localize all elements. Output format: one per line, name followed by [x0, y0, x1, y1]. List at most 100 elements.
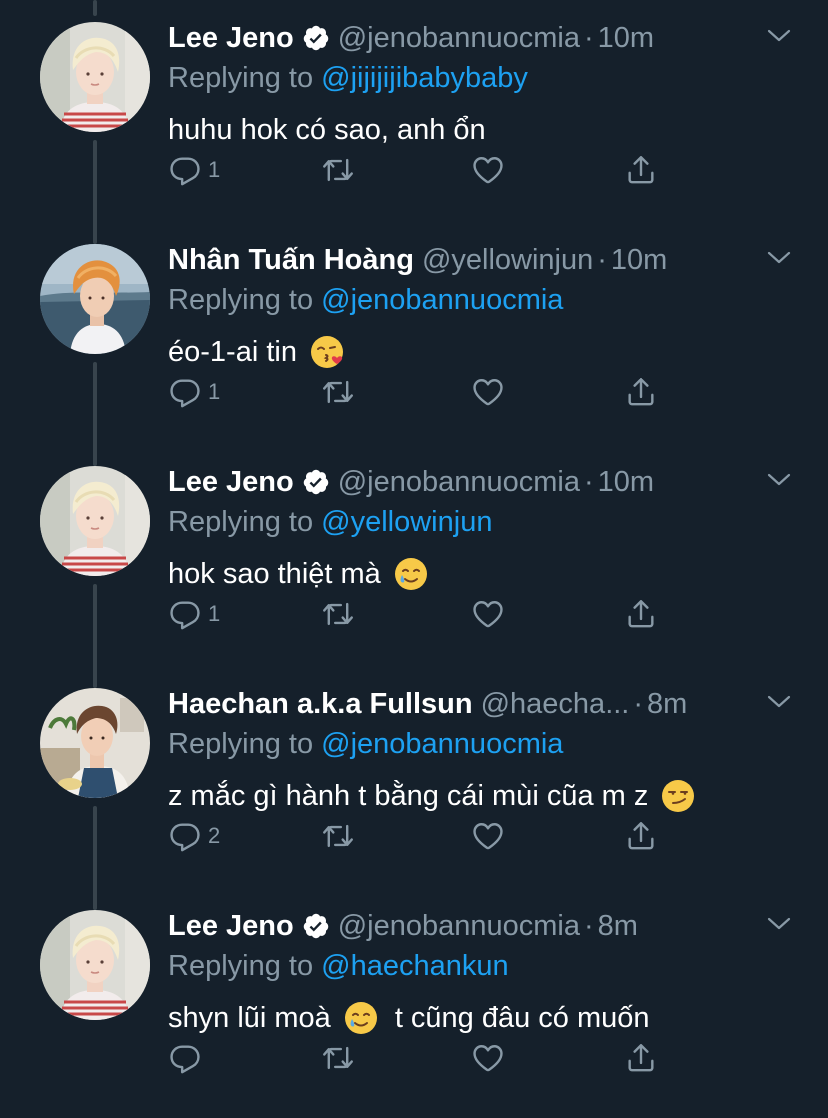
speech-bubble-icon: [168, 1041, 202, 1075]
replying-prefix: Replying to: [168, 284, 314, 316]
timestamp[interactable]: 10m: [598, 466, 654, 499]
tweet-text: huhu hok có sao, anh ổn: [168, 108, 486, 152]
retweet-button[interactable]: [320, 372, 356, 412]
heart-outline-icon: [470, 597, 506, 631]
tweet-text-main: éo-1-ai tin: [168, 336, 297, 368]
reply-button[interactable]: 1: [168, 150, 220, 190]
share-button[interactable]: [623, 594, 659, 634]
retweet-arrows-icon: [320, 375, 356, 409]
reply-mention-link[interactable]: @jenobannuocmia: [321, 284, 563, 316]
share-upload-icon: [623, 597, 659, 631]
like-button[interactable]: [470, 1038, 506, 1078]
tweet-text: hok sao thiệt mà: [168, 552, 429, 596]
tweet-text-main: hok sao thiệt mà: [168, 558, 381, 590]
tweet-text: z mắc gì hành t bằng cái mùi cũa m z: [168, 774, 696, 818]
tweet-text-main: shyn lũi moà: [168, 1002, 331, 1034]
avatar-apron-kitchen[interactable]: [40, 688, 150, 798]
user-handle[interactable]: @jenobannuocmia: [338, 22, 580, 55]
tweet-2[interactable]: Nhân Tuấn Hoàng @yellowinjun · 10m Reply…: [0, 222, 828, 444]
user-handle[interactable]: @haecha...: [481, 688, 630, 721]
timestamp[interactable]: 8m: [598, 910, 638, 943]
chevron-down-icon[interactable]: [766, 914, 792, 934]
replying-prefix: Replying to: [168, 728, 314, 760]
retweet-button[interactable]: [320, 816, 356, 856]
user-handle[interactable]: @yellowinjun: [422, 244, 593, 277]
user-handle[interactable]: @jenobannuocmia: [338, 466, 580, 499]
separator: ·: [584, 465, 594, 498]
tweet-actions: 1: [168, 372, 668, 412]
reply-button[interactable]: 2: [168, 816, 220, 856]
chevron-down-icon[interactable]: [766, 470, 792, 490]
emoji-smiling-tear-icon: [343, 1000, 379, 1036]
display-name[interactable]: Lee Jeno: [168, 910, 294, 943]
retweet-arrows-icon: [320, 819, 356, 853]
display-name[interactable]: Lee Jeno: [168, 22, 294, 55]
emoji-smiling-tear-icon: [393, 556, 429, 592]
display-name[interactable]: Haechan a.k.a Fullsun: [168, 688, 473, 721]
share-upload-icon: [623, 1041, 659, 1075]
avatar-blonde-striped-shirt[interactable]: [40, 910, 150, 1020]
speech-bubble-icon: [168, 153, 202, 187]
separator: ·: [584, 21, 594, 54]
replying-prefix: Replying to: [168, 950, 314, 982]
chevron-down-icon[interactable]: [766, 26, 792, 46]
tweet-text: éo-1-ai tin: [168, 330, 345, 374]
replying-to: Replying to @haechankun: [168, 946, 509, 986]
tweet-actions: 1: [168, 150, 668, 190]
avatar-orange-hair-sea[interactable]: [40, 244, 150, 354]
heart-outline-icon: [470, 375, 506, 409]
tweet-text-main: z mắc gì hành t bằng cái mùi cũa m z: [168, 780, 649, 812]
avatar-blonde-striped-shirt[interactable]: [40, 22, 150, 132]
reply-button[interactable]: [168, 1038, 208, 1078]
reply-mention-link[interactable]: @jijijijibabybaby: [321, 62, 528, 94]
share-upload-icon: [623, 153, 659, 187]
chevron-down-icon[interactable]: [766, 692, 792, 712]
tweet-4[interactable]: Haechan a.k.a Fullsun @haecha... · 8m Re…: [0, 666, 828, 888]
replying-to: Replying to @yellowinjun: [168, 502, 492, 542]
retweet-button[interactable]: [320, 150, 356, 190]
heart-outline-icon: [470, 153, 506, 187]
avatar-blonde-striped-shirt[interactable]: [40, 466, 150, 576]
like-button[interactable]: [470, 594, 506, 634]
emoji-smirk-icon: [660, 778, 696, 814]
speech-bubble-icon: [168, 597, 202, 631]
replying-prefix: Replying to: [168, 62, 314, 94]
replying-to: Replying to @jijijijibabybaby: [168, 58, 528, 98]
timestamp[interactable]: 8m: [647, 688, 687, 721]
reply-mention-link[interactable]: @haechankun: [321, 950, 508, 982]
display-name[interactable]: Lee Jeno: [168, 466, 294, 499]
tweet-5[interactable]: Lee Jeno @jenobannuocmia · 8m Replying t…: [0, 888, 828, 1110]
tweet-text: shyn lũi moà t cũng đâu có muốn: [168, 996, 650, 1040]
timestamp[interactable]: 10m: [611, 244, 667, 277]
like-button[interactable]: [470, 816, 506, 856]
separator: ·: [597, 243, 607, 276]
tweet-3[interactable]: Lee Jeno @jenobannuocmia · 10m Replying …: [0, 444, 828, 666]
retweet-arrows-icon: [320, 597, 356, 631]
like-button[interactable]: [470, 150, 506, 190]
display-name[interactable]: Nhân Tuấn Hoàng: [168, 244, 414, 277]
reply-count: 2: [208, 823, 221, 848]
reply-mention-link[interactable]: @yellowinjun: [321, 506, 492, 538]
share-button[interactable]: [623, 372, 659, 412]
reply-count: 1: [208, 601, 221, 626]
timestamp[interactable]: 10m: [598, 22, 654, 55]
separator: ·: [633, 687, 644, 720]
heart-outline-icon: [470, 819, 506, 853]
share-button[interactable]: [623, 816, 659, 856]
tweet-text-after: t cũng đâu có muốn: [394, 1002, 650, 1034]
like-button[interactable]: [470, 372, 506, 412]
tweet-1[interactable]: Lee Jeno @jenobannuocmia · 10m Replying …: [0, 0, 828, 222]
user-handle[interactable]: @jenobannuocmia: [338, 910, 580, 943]
retweet-button[interactable]: [320, 594, 356, 634]
share-button[interactable]: [623, 1038, 659, 1078]
chevron-down-icon[interactable]: [766, 248, 792, 268]
share-button[interactable]: [623, 150, 659, 190]
tweet-header: Lee Jeno @jenobannuocmia · 10m: [168, 18, 654, 58]
verified-badge-icon: [302, 912, 330, 940]
emoji-kissing-heart-icon: [309, 334, 345, 370]
reply-mention-link[interactable]: @jenobannuocmia: [321, 728, 563, 760]
tweet-header: Haechan a.k.a Fullsun @haecha... · 8m: [168, 684, 687, 724]
reply-button[interactable]: 1: [168, 594, 220, 634]
reply-button[interactable]: 1: [168, 372, 220, 412]
retweet-button[interactable]: [320, 1038, 356, 1078]
